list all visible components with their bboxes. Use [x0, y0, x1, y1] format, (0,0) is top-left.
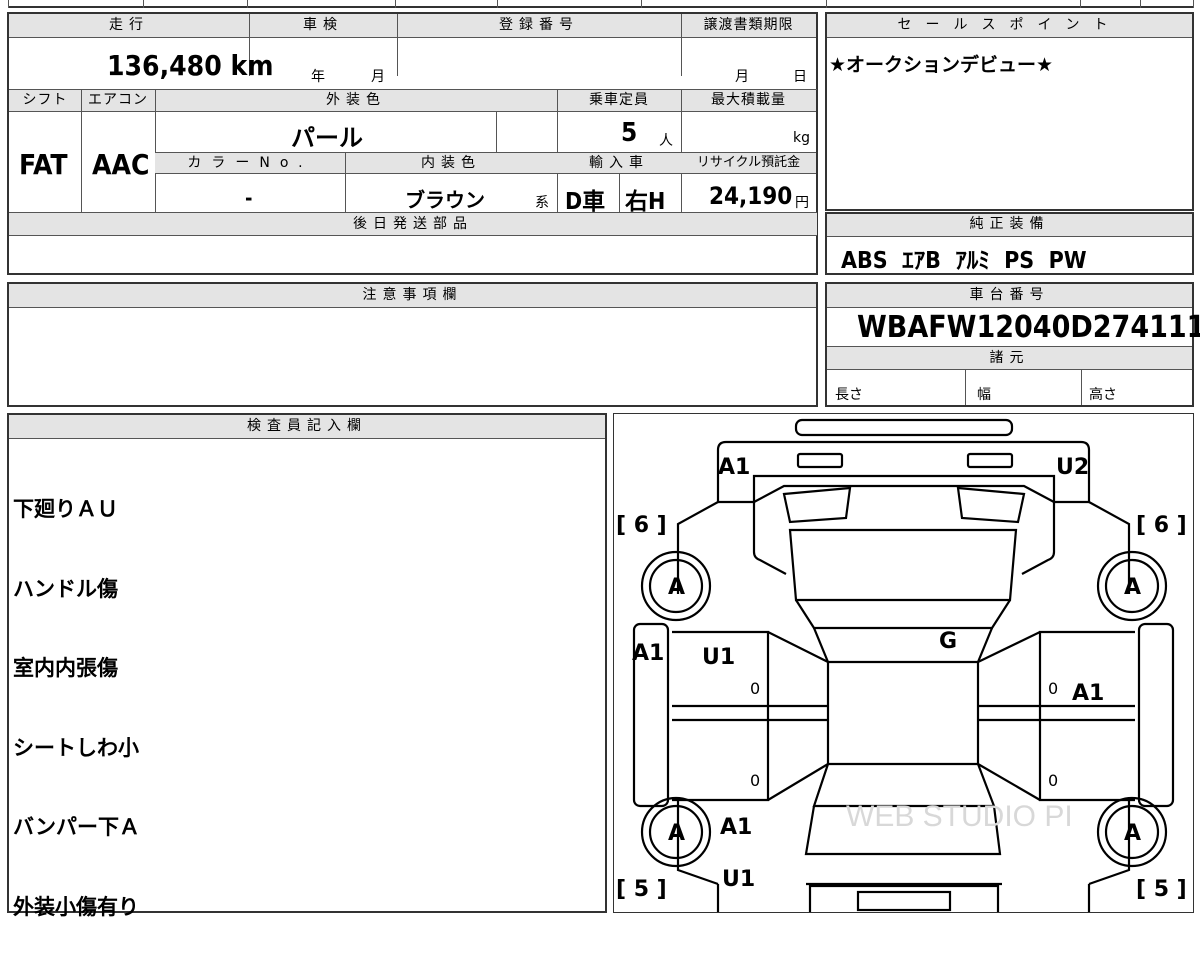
inspector-line: ハンドル傷 — [13, 576, 118, 601]
max-load-label: 最大積載量 — [681, 90, 816, 112]
capacity-unit: 人 — [659, 133, 673, 149]
tire-front-right: [ 6 ] — [1136, 513, 1187, 538]
registration-label: 登録番号 — [397, 14, 681, 38]
transfer-month: 月 — [735, 69, 749, 85]
capacity-value: 5 — [621, 118, 638, 148]
front-left-label: A1 — [718, 455, 750, 480]
tire-rear-left: [ 5 ] — [616, 877, 667, 902]
front-right-label: U2 — [1056, 455, 1089, 480]
aircon-value: AAC — [92, 148, 150, 181]
interior-color-label: 内装色 — [345, 152, 557, 174]
inspector-line: バンパー下Ａ — [13, 815, 141, 839]
inspector-lines: 下廻りＡＵ ハンドル傷 室内内張傷 シートしわ小 バンパー下Ａ 外装小傷有り — [13, 443, 140, 973]
wheel-fl-label: A — [668, 575, 685, 600]
wheel-fr-label: A — [1124, 575, 1141, 600]
mileage-value: 136,480 km — [107, 49, 274, 82]
inspection-label: 車検 — [249, 14, 397, 38]
left-side-label: A1 — [632, 641, 664, 666]
color-no-value: - — [245, 186, 253, 210]
aircon-label: エアコン — [81, 90, 155, 112]
notes-label: 注意事項欄 — [9, 284, 816, 308]
interior-color-value: ブラウン — [405, 188, 485, 212]
recycle-unit: 円 — [795, 195, 809, 211]
capacity-label: 乗車定員 — [557, 90, 681, 112]
sales-point-text: ★オークションデビュー★ — [829, 54, 1054, 76]
chassis-block: 車台番号 WBAFW12040D274111 諸元 長さ 幅 高さ — [825, 282, 1200, 407]
sales-point-label: セールスポイント — [827, 14, 1192, 38]
height-label: 高さ — [1089, 387, 1117, 403]
inspection-year: 年 — [311, 69, 325, 85]
wheel-rl-label: A — [668, 821, 685, 846]
door-mark: 0 — [750, 679, 760, 698]
inspection-month: 月 — [371, 69, 385, 85]
genuine-equipment-label: 純正装備 — [827, 214, 1192, 237]
transfer-deadline-label: 譲渡書類期限 — [681, 14, 816, 38]
width-label: 幅 — [977, 387, 991, 403]
genuine-equipment-block: 純正装備 ABS ｴｱB ｱﾙﾐ PS PW — [825, 212, 1194, 275]
interior-color-suffix: 系 — [535, 195, 549, 211]
import-dealer: D車 — [565, 189, 606, 215]
import-handle: 右H — [625, 189, 666, 215]
recycle-value: 24,190 — [709, 182, 793, 210]
chassis-number: WBAFW12040D274111 — [857, 310, 1200, 345]
shift-value: FAT — [19, 148, 68, 181]
door-mark: 0 — [750, 771, 760, 790]
car-diagram: A1 U2 [ 6 ] [ 6 ] [ 5 ] [ 5 ] A A A A G … — [616, 418, 1187, 912]
inspector-label: 検査員記入欄 — [9, 415, 605, 439]
rear-left-bottom-label: U1 — [722, 867, 755, 892]
vehicle-info-block: 走行 車検 登録番号 譲渡書類期限 136,480 km 年 月 月 日 シフト… — [7, 12, 818, 275]
rear-left-quarter-label: A1 — [720, 815, 752, 840]
specs-label: 諸元 — [827, 346, 1192, 370]
inspector-line: シートしわ小 — [13, 735, 139, 760]
transfer-day: 日 — [793, 69, 807, 85]
chassis-label: 車台番号 — [827, 284, 1192, 308]
genuine-equipment-text: ABS ｴｱB ｱﾙﾐ PS PW — [841, 248, 1087, 274]
rear-right-door-label: A1 — [1072, 681, 1104, 706]
inspector-line: 下廻りＡＵ — [13, 497, 118, 521]
color-no-label: カラーNo. — [155, 152, 345, 174]
car-diagram-block: A1 U2 [ 6 ] [ 6 ] [ 5 ] [ 5 ] A A A A G … — [613, 413, 1194, 913]
inspector-block: 検査員記入欄 下廻りＡＵ ハンドル傷 室内内張傷 シートしわ小 バンパー下Ａ 外… — [7, 413, 607, 919]
recycle-label: リサイクル預託金 — [681, 152, 816, 174]
mileage-label: 走行 — [9, 14, 249, 38]
windshield-label: G — [939, 629, 957, 654]
import-label: 輸入車 — [557, 152, 681, 174]
inspector-line: 外装小傷有り — [13, 894, 139, 919]
sales-point-block: セールスポイント ★オークションデビュー★ — [825, 12, 1194, 211]
tire-rear-right: [ 5 ] — [1136, 877, 1187, 902]
front-door-left-label: U1 — [702, 645, 735, 670]
wheel-rr-label: A — [1124, 821, 1141, 846]
shift-label: シフト — [9, 90, 81, 112]
tire-front-left: [ 6 ] — [616, 513, 667, 538]
door-mark: 0 — [1048, 771, 1058, 790]
length-label: 長さ — [835, 387, 863, 403]
top-strip — [8, 0, 1194, 8]
watermark: WEB STUDIO PI — [846, 800, 1073, 833]
notes-block: 注意事項欄 — [7, 282, 818, 407]
door-mark: 0 — [1048, 679, 1058, 698]
inspector-line: 室内内張傷 — [13, 656, 118, 680]
later-parts-label: 後日発送部品 — [9, 212, 817, 236]
max-load-unit: kg — [793, 130, 810, 146]
exterior-color-label: 外装色 — [155, 90, 557, 112]
exterior-color-value: パール — [291, 124, 363, 152]
